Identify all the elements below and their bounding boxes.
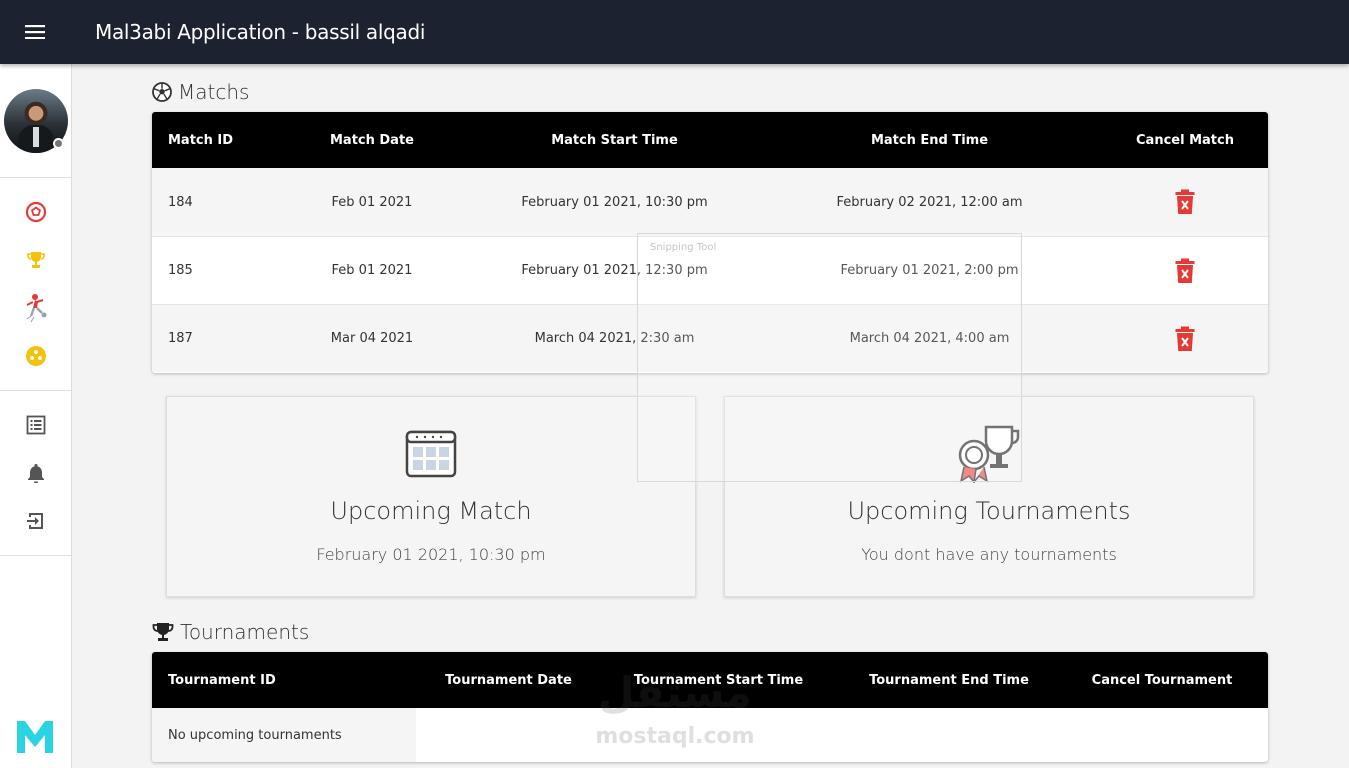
empty-tournaments-message: No upcoming tournaments xyxy=(152,708,416,762)
match-date-cell: Feb 01 2021 xyxy=(331,194,413,210)
match-date-cell: Mar 04 2021 xyxy=(330,331,414,346)
tournaments-table-header: Tournament ID Tournament Date Tournament… xyxy=(152,652,1268,708)
sidebar-group-sports xyxy=(0,178,71,391)
sidebar xyxy=(0,64,72,768)
list-icon xyxy=(26,415,46,435)
delete-icon[interactable] xyxy=(1175,326,1195,352)
header-tournament-date: Tournament Date xyxy=(445,672,572,688)
table-row: 184 Feb 01 2021 February 01 2021, 10:30 … xyxy=(152,168,1268,236)
table-row: 185 Feb 01 2021 February 01 2021, 12:30 … xyxy=(152,236,1268,304)
top-app-bar: Mal3abi Application - bassil alqadi xyxy=(0,0,1349,64)
cancel-match-cell xyxy=(1102,258,1268,284)
upcoming-match-date: February 01 2021, 10:30 pm xyxy=(316,545,546,564)
upcoming-tournaments-message: You dont have any tournaments xyxy=(861,545,1117,564)
trophy-icon xyxy=(152,623,174,641)
upcoming-tournaments-card[interactable]: Upcoming Tournaments You dont have any t… xyxy=(724,396,1254,597)
header-cancel-tournament: Cancel Tournament xyxy=(1091,672,1233,688)
matches-title-text: Matchs xyxy=(178,80,250,104)
matches-table-header: Match ID Match Date Match Start Time Mat… xyxy=(152,112,1268,168)
sidebar-item-logout[interactable] xyxy=(0,497,72,545)
header-tournament-end: Tournament End Time xyxy=(869,672,1029,688)
app-title: Mal3abi Application - bassil alqadi xyxy=(95,20,426,44)
menu-button[interactable] xyxy=(0,0,70,64)
upcoming-match-title: Upcoming Match xyxy=(330,497,532,525)
player-kicking-icon xyxy=(26,294,47,323)
calendar-icon xyxy=(405,429,457,479)
tournaments-title-text: Tournaments xyxy=(180,620,310,644)
delete-icon[interactable] xyxy=(1175,258,1195,284)
match-date-cell: Feb 01 2021 xyxy=(331,263,413,278)
user-avatar-area xyxy=(0,64,72,178)
header-match-end: Match End Time xyxy=(870,132,989,148)
soccer-ball-icon xyxy=(152,82,172,102)
cancel-match-cell xyxy=(1102,189,1268,215)
header-match-date: Match Date xyxy=(329,132,414,148)
cancel-match-cell xyxy=(1102,326,1268,352)
soccer-ball-icon xyxy=(25,201,47,223)
table-row: 187 Mar 04 2021 March 04 2021, 2:30 am M… xyxy=(152,304,1268,372)
match-end-cell: February 01 2021, 2:00 pm xyxy=(840,263,1019,278)
match-end-cell: March 04 2021, 4:00 am xyxy=(849,331,1010,346)
sidebar-item-list[interactable] xyxy=(0,401,72,449)
tournaments-section-title: Tournaments xyxy=(152,620,309,644)
header-tournament-start: Tournament Start Time xyxy=(633,672,804,688)
sidebar-item-tournaments[interactable] xyxy=(0,236,72,284)
avatar-shirt xyxy=(33,126,39,147)
header-match-id: Match ID xyxy=(168,132,234,148)
header-match-start: Match Start Time xyxy=(551,132,678,148)
upcoming-tournaments-title: Upcoming Tournaments xyxy=(847,497,1131,525)
delete-icon[interactable] xyxy=(1175,189,1195,215)
match-start-cell: March 04 2021, 2:30 am xyxy=(534,331,695,346)
upcoming-match-card[interactable]: Upcoming Match February 01 2021, 10:30 p… xyxy=(166,396,696,597)
sidebar-item-notifications[interactable] xyxy=(0,449,72,497)
match-end-cell: February 02 2021, 12:00 am xyxy=(836,194,1023,210)
trophy-icon xyxy=(27,252,45,268)
ball-icon xyxy=(26,346,46,366)
bell-icon xyxy=(28,464,44,483)
match-id-cell: 185 xyxy=(168,263,193,278)
match-id-cell: 184 xyxy=(168,194,193,210)
header-tournament-id: Tournament ID xyxy=(168,672,276,688)
m-logo-icon[interactable] xyxy=(16,720,54,754)
match-start-cell: February 01 2021, 12:30 pm xyxy=(521,263,708,278)
matches-table: Match ID Match Date Match Start Time Mat… xyxy=(152,112,1268,373)
user-status-dot xyxy=(53,138,64,149)
sidebar-item-matches[interactable] xyxy=(0,188,72,236)
tournaments-table: Tournament ID Tournament Date Tournament… xyxy=(152,652,1268,762)
hamburger-menu-icon xyxy=(25,25,45,39)
match-start-cell: February 01 2021, 10:30 pm xyxy=(521,194,708,210)
sidebar-item-players[interactable] xyxy=(0,284,72,332)
award-trophy-icon xyxy=(956,425,1022,483)
header-cancel-match: Cancel Match xyxy=(1136,132,1234,148)
matches-section-title: Matchs xyxy=(152,80,249,104)
table-row: No upcoming tournaments xyxy=(152,708,1268,762)
sidebar-item-balls[interactable] xyxy=(0,332,72,380)
sidebar-group-general xyxy=(0,391,71,556)
match-id-cell: 187 xyxy=(168,331,193,346)
logout-icon xyxy=(27,513,43,529)
